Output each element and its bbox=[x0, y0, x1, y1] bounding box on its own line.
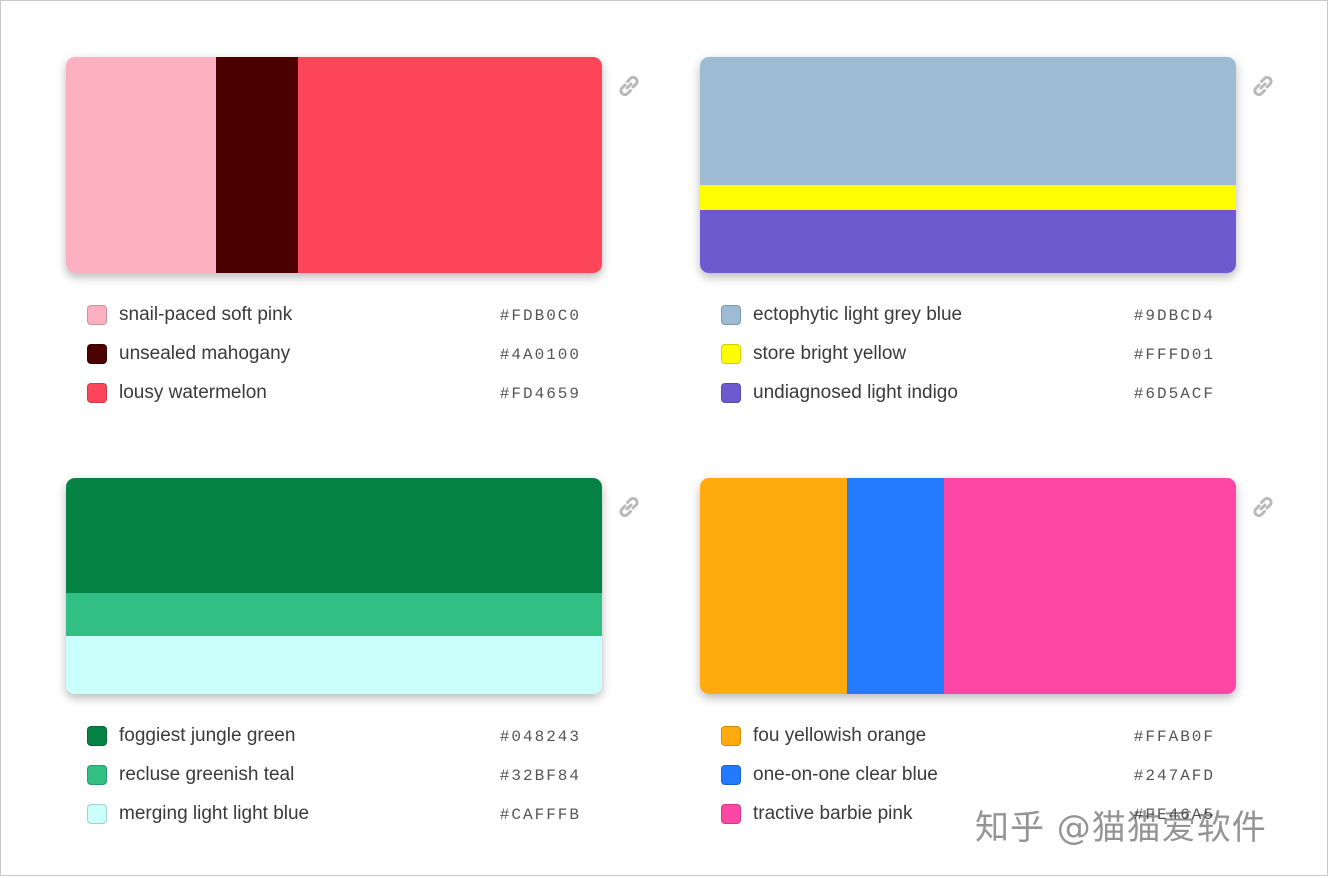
color-name: unsealed mahogany bbox=[119, 343, 291, 364]
link-icon[interactable] bbox=[1248, 71, 1278, 101]
color-row[interactable]: recluse greenish teal #32BF84 bbox=[87, 762, 581, 801]
color-hex[interactable]: #FFFD01 bbox=[1134, 344, 1215, 366]
palette-preview[interactable] bbox=[700, 57, 1236, 273]
color-chip bbox=[87, 765, 107, 785]
color-chip bbox=[721, 804, 741, 824]
color-name: merging light light blue bbox=[119, 803, 310, 824]
palette-segment[interactable] bbox=[700, 210, 1236, 273]
palette-segment[interactable] bbox=[944, 478, 1236, 694]
color-row[interactable]: fou yellowish orange #FFAB0F bbox=[721, 723, 1215, 762]
color-name: lousy watermelon bbox=[119, 382, 267, 403]
color-row[interactable]: merging light light blue #CAFFFB bbox=[87, 801, 581, 840]
color-chip bbox=[721, 305, 741, 325]
color-row[interactable]: one-on-one clear blue #247AFD bbox=[721, 762, 1215, 801]
color-chip bbox=[721, 726, 741, 746]
color-chip bbox=[87, 804, 107, 824]
palette-segment[interactable] bbox=[700, 185, 1236, 210]
color-chip bbox=[721, 344, 741, 364]
color-hex[interactable]: #FDB0C0 bbox=[500, 305, 581, 327]
color-name: ectophytic light grey blue bbox=[753, 304, 963, 325]
color-hex[interactable]: #CAFFFB bbox=[500, 804, 581, 826]
color-row[interactable]: snail-paced soft pink #FDB0C0 bbox=[87, 302, 581, 341]
color-hex[interactable]: #FFAB0F bbox=[1134, 726, 1215, 748]
link-icon[interactable] bbox=[1248, 492, 1278, 522]
color-name: foggiest jungle green bbox=[119, 725, 296, 746]
color-hex[interactable]: #9DBCD4 bbox=[1134, 305, 1215, 327]
palette-segment[interactable] bbox=[66, 478, 602, 593]
palette-segment[interactable] bbox=[700, 478, 847, 694]
palette-segment[interactable] bbox=[298, 57, 602, 273]
watermark: 知乎 @猫猫爱软件 bbox=[975, 808, 1267, 848]
palette-segment[interactable] bbox=[66, 593, 602, 636]
color-chip bbox=[87, 726, 107, 746]
color-hex[interactable]: #6D5ACF bbox=[1134, 383, 1215, 405]
color-row[interactable]: unsealed mahogany #4A0100 bbox=[87, 341, 581, 380]
color-hex[interactable]: #4A0100 bbox=[500, 344, 581, 366]
color-hex[interactable]: #048243 bbox=[500, 726, 581, 748]
palette-segment[interactable] bbox=[847, 478, 944, 694]
palette-segment[interactable] bbox=[66, 636, 602, 694]
color-name: fou yellowish orange bbox=[753, 725, 927, 746]
color-chip bbox=[721, 383, 741, 403]
color-name: recluse greenish teal bbox=[119, 764, 295, 785]
palette-preview[interactable] bbox=[700, 478, 1236, 694]
palette-segment[interactable] bbox=[216, 57, 298, 273]
link-icon[interactable] bbox=[614, 492, 644, 522]
color-row[interactable]: lousy watermelon #FD4659 bbox=[87, 380, 581, 419]
color-chip bbox=[87, 344, 107, 364]
color-hex[interactable]: #FD4659 bbox=[500, 383, 581, 405]
color-row[interactable]: foggiest jungle green #048243 bbox=[87, 723, 581, 762]
color-name: snail-paced soft pink bbox=[119, 304, 293, 325]
color-hex[interactable]: #32BF84 bbox=[500, 765, 581, 787]
palette-segment[interactable] bbox=[66, 57, 216, 273]
palette-preview[interactable] bbox=[66, 478, 602, 694]
palette-card-1: snail-paced soft pink #FDB0C0 unsealed m… bbox=[66, 57, 639, 403]
color-name: one-on-one clear blue bbox=[753, 764, 938, 785]
color-chip bbox=[87, 305, 107, 325]
palette-segment[interactable] bbox=[700, 57, 1236, 185]
palette-card-3: foggiest jungle green #048243 recluse gr… bbox=[66, 478, 639, 824]
palette-card-2: ectophytic light grey blue #9DBCD4 store… bbox=[700, 57, 1273, 403]
color-name: store bright yellow bbox=[753, 343, 907, 364]
link-icon[interactable] bbox=[614, 71, 644, 101]
color-hex[interactable]: #247AFD bbox=[1134, 765, 1215, 787]
color-name: undiagnosed light indigo bbox=[753, 382, 958, 403]
color-row[interactable]: store bright yellow #FFFD01 bbox=[721, 341, 1215, 380]
palette-preview[interactable] bbox=[66, 57, 602, 273]
color-chip bbox=[87, 383, 107, 403]
color-row[interactable]: undiagnosed light indigo #6D5ACF bbox=[721, 380, 1215, 419]
palette-card-4: fou yellowish orange #FFAB0F one-on-one … bbox=[700, 478, 1273, 824]
color-name: tractive barbie pink bbox=[753, 803, 913, 824]
color-chip bbox=[721, 765, 741, 785]
color-row[interactable]: ectophytic light grey blue #9DBCD4 bbox=[721, 302, 1215, 341]
